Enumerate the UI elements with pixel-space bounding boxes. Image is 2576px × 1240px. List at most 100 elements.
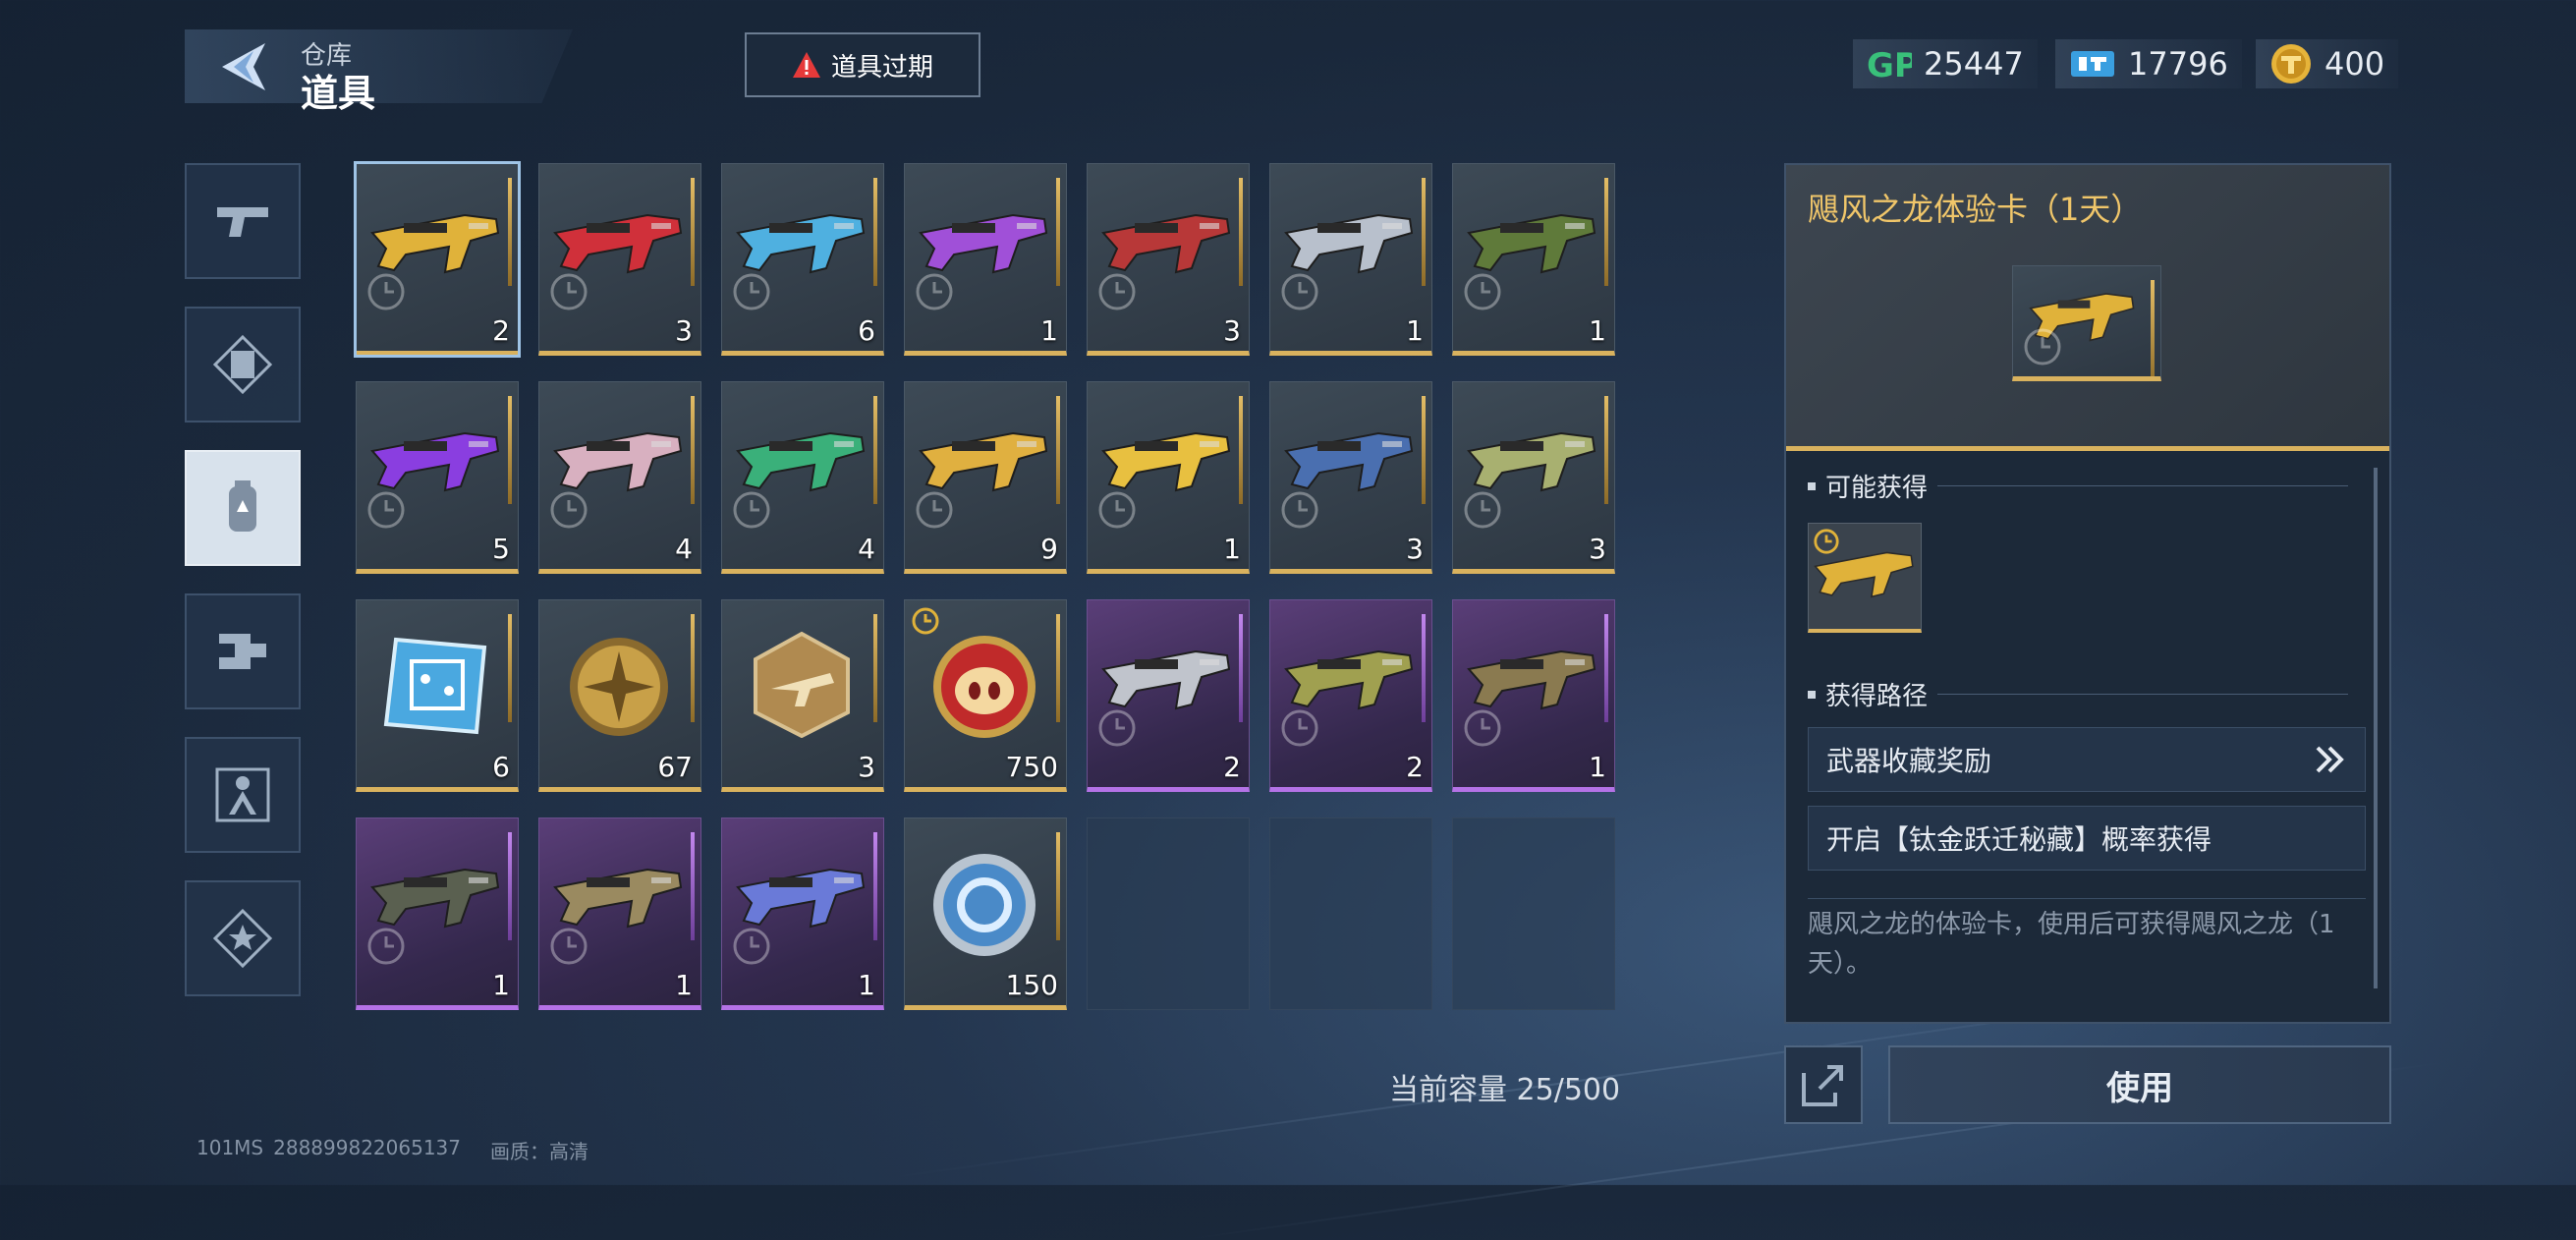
double-chevron-right-icon <box>2316 746 2344 773</box>
inventory-item[interactable]: 1 <box>1087 381 1250 574</box>
clock-icon <box>367 491 405 529</box>
currency-gp: GP 25447 <box>1853 39 2038 88</box>
reward-item[interactable] <box>1808 523 1922 633</box>
item-count: 67 <box>657 751 693 783</box>
parts-icon <box>219 634 266 669</box>
detail-scrollbar[interactable] <box>2374 468 2378 988</box>
inventory-item[interactable]: 3 <box>1087 163 1250 356</box>
inventory-item[interactable]: 1 <box>1452 599 1615 792</box>
category-parts[interactable] <box>185 593 301 709</box>
item-count: 3 <box>1406 533 1424 565</box>
clock-icon <box>916 273 953 310</box>
category-items[interactable] <box>185 450 301 566</box>
warning-icon <box>792 52 820 78</box>
item-count: 2 <box>1223 751 1241 783</box>
clock-icon <box>733 273 770 310</box>
clock-icon <box>1281 273 1318 310</box>
header: 仓库 道具 <box>185 29 573 115</box>
inventory-item[interactable]: 6 <box>356 599 519 792</box>
inventory-item[interactable]: 3 <box>1269 381 1432 574</box>
inventory-item[interactable]: 1 <box>356 817 519 1010</box>
footer: 101MS 288899822065137 画质：高清 <box>196 1136 588 1164</box>
inventory-item[interactable]: 1 <box>721 817 884 1010</box>
bullet-icon <box>1808 690 1816 699</box>
item-count: 2 <box>492 314 510 347</box>
empty-slot <box>1452 817 1615 1010</box>
inventory-item[interactable]: 5 <box>356 381 519 574</box>
item-grid: 2 3 6 1 3 1 1 5 4 4 9 1 3 3 6 67 3 750 2 2 1 1 1 1 150 <box>354 161 1615 1010</box>
capacity-indicator: 当前容量 25/500 <box>1389 1073 1621 1107</box>
currency-ticket-value: 17796 <box>2128 45 2228 83</box>
clock-icon <box>733 491 770 529</box>
acquire-path-label: 获得路径 <box>1825 682 1929 711</box>
item-count: 4 <box>858 533 875 565</box>
chip-icon <box>383 637 487 735</box>
expired-items-button[interactable]: 道具过期 <box>745 32 980 97</box>
inventory-item[interactable]: 3 <box>538 163 701 356</box>
inventory-item[interactable]: 150 <box>904 817 1067 1010</box>
item-count: 3 <box>675 314 693 347</box>
clock-icon <box>1464 273 1501 310</box>
currency-ticket: 17796 <box>2055 39 2242 88</box>
share-icon <box>1802 1065 1843 1106</box>
back-arrow-icon[interactable] <box>214 37 273 96</box>
inventory-item[interactable]: 4 <box>538 381 701 574</box>
inventory-item[interactable]: 2 <box>1087 599 1250 792</box>
path-weapon-collection-label: 武器收藏奖励 <box>1826 745 1992 777</box>
empty-slot <box>1087 817 1250 1010</box>
gp-icon: GP <box>1867 46 1912 84</box>
pig-coin-icon <box>933 636 1036 738</box>
gold-coin-icon <box>2271 44 2311 84</box>
clock-icon <box>550 273 588 310</box>
clock-icon <box>1098 709 1136 747</box>
inventory-item[interactable]: 2 <box>354 161 521 358</box>
inventory-item[interactable]: 750 <box>904 599 1067 792</box>
empty-slot <box>1269 817 1432 1010</box>
item-detail-thumbnail <box>2012 265 2161 381</box>
inventory-item[interactable]: 3 <box>721 599 884 792</box>
star-badge-icon <box>212 908 273 969</box>
ring-coin-icon <box>933 854 1036 956</box>
inventory-item[interactable]: 2 <box>1269 599 1432 792</box>
category-characters[interactable] <box>185 737 301 853</box>
possible-rewards-heading: 可能获得 <box>1808 468 2348 504</box>
canister-icon <box>229 480 256 532</box>
path-titanium-chest: 开启【钛金跃迁秘藏】概率获得 <box>1808 806 2366 871</box>
item-description: 飓风之龙的体验卡，使用后可获得飓风之龙（1天）。 <box>1808 898 2366 989</box>
inventory-item[interactable]: 3 <box>1452 381 1615 574</box>
inventory-item[interactable]: 1 <box>1452 163 1615 356</box>
category-cards[interactable] <box>185 307 301 423</box>
inventory-item[interactable]: 1 <box>538 817 701 1010</box>
inventory-item[interactable]: 6 <box>721 163 884 356</box>
inventory-item[interactable]: 67 <box>538 599 701 792</box>
clock-icon <box>916 491 953 529</box>
path-weapon-collection[interactable]: 武器收藏奖励 <box>1808 727 2366 792</box>
item-count: 2 <box>1406 751 1424 783</box>
inventory-item[interactable]: 1 <box>1269 163 1432 356</box>
acquire-path-heading: 获得路径 <box>1808 676 2348 712</box>
category-badges[interactable] <box>185 880 301 996</box>
currency-gold-value: 400 <box>2324 45 2385 83</box>
clock-icon <box>1281 491 1318 529</box>
possible-rewards-label: 可能获得 <box>1825 474 1929 503</box>
item-count: 3 <box>1223 314 1241 347</box>
item-count: 150 <box>1005 969 1058 1001</box>
share-button[interactable] <box>1784 1045 1863 1124</box>
inventory-item[interactable]: 4 <box>721 381 884 574</box>
inventory-item[interactable]: 1 <box>904 163 1067 356</box>
item-count: 6 <box>492 751 510 783</box>
clock-icon <box>367 273 405 310</box>
clock-icon <box>2024 328 2061 366</box>
use-button[interactable]: 使用 <box>1888 1045 2391 1124</box>
category-weapons[interactable] <box>185 163 301 279</box>
graphics-quality: 画质：高清 <box>490 1140 588 1163</box>
currency-gp-value: 25447 <box>1924 45 2024 83</box>
expired-items-label: 道具过期 <box>830 52 933 83</box>
item-count: 6 <box>858 314 875 347</box>
item-count: 1 <box>492 969 510 1001</box>
svg-text:GP: GP <box>1867 46 1912 84</box>
item-detail-header: 飓风之龙体验卡（1天） <box>1786 165 2389 451</box>
clock-icon <box>1098 273 1136 310</box>
item-count: 9 <box>1040 533 1058 565</box>
inventory-item[interactable]: 9 <box>904 381 1067 574</box>
